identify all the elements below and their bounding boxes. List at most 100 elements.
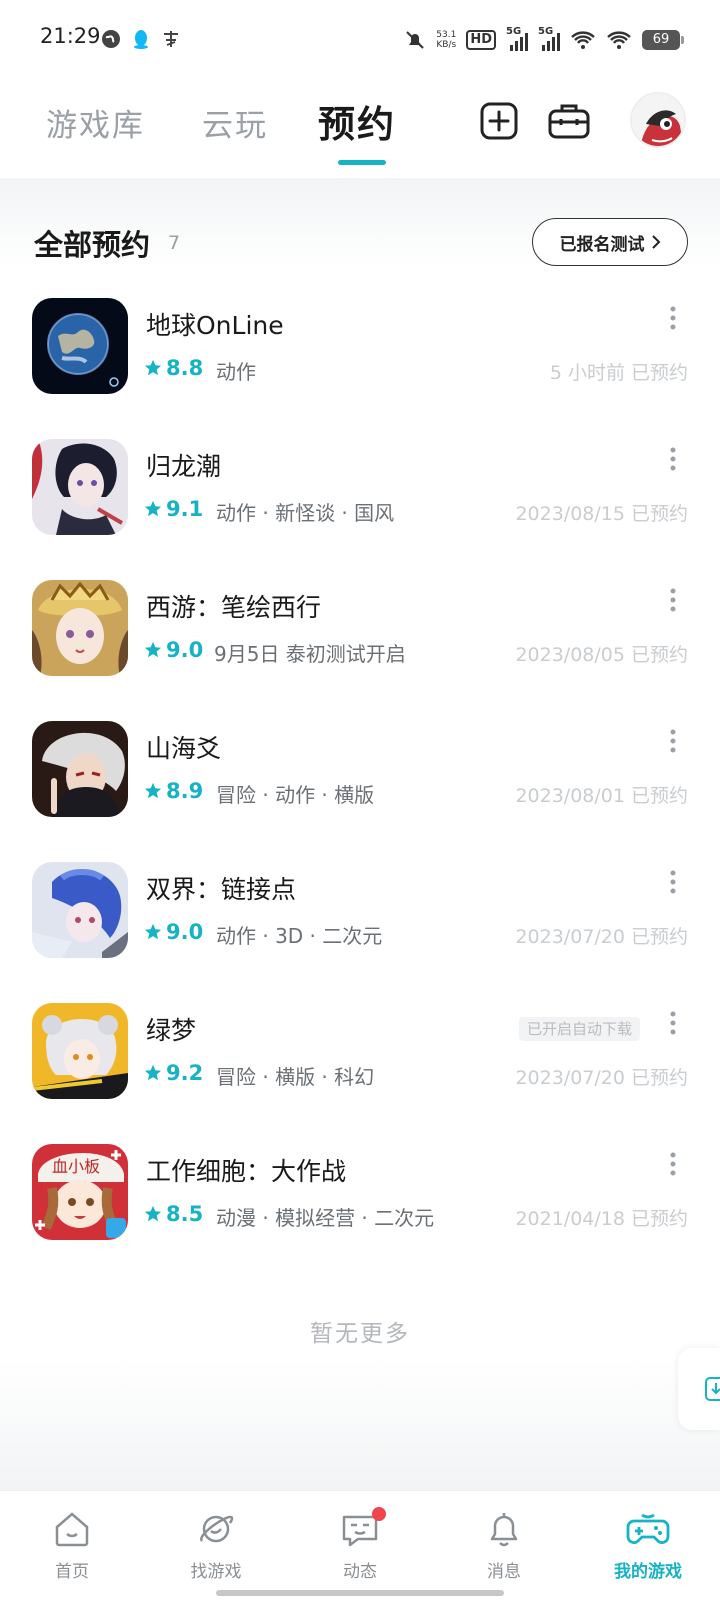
game-icon-xiyou: [32, 580, 128, 676]
reservation-date: 2023/08/15 已预约: [515, 503, 688, 525]
auto-download-badge: 已开启自动下载: [518, 1017, 640, 1041]
star-icon: [144, 923, 162, 940]
game-icon-cells-at-work: 血小板: [32, 1144, 128, 1240]
signal-1-icon: 5G: [506, 26, 528, 51]
game-name: 西游：笔绘西行: [146, 593, 322, 622]
star-icon: [144, 641, 162, 658]
more-vertical-icon[interactable]: [670, 447, 676, 471]
globe-icon: [102, 30, 120, 48]
download-icon: [705, 1377, 720, 1401]
nav-home[interactable]: 首页: [0, 1491, 144, 1600]
nav-find-games-label: 找游戏: [190, 1562, 242, 1582]
rating-value: 8.8: [166, 356, 204, 380]
nav-home-label: 首页: [55, 1562, 89, 1582]
svg-text:血小板: 血小板: [52, 1158, 100, 1176]
user-avatar[interactable]: [630, 92, 686, 148]
more-vertical-icon[interactable]: [670, 306, 676, 330]
game-rating: 9.2: [144, 1061, 203, 1085]
wifi-icon-2: [607, 31, 631, 49]
planet-icon: [200, 1515, 234, 1543]
floating-download-button[interactable]: [678, 1348, 720, 1430]
more-vertical-icon[interactable]: [670, 1011, 676, 1035]
rating-value: 9.0: [166, 920, 204, 944]
game-rating: 9.1: [144, 497, 203, 521]
reservation-date: 2023/07/20 已预约: [515, 1067, 688, 1089]
reservation-date: 2023/07/20 已预约: [515, 926, 688, 948]
network-speed: 53.1 KB/s: [436, 30, 457, 50]
reservation-date: 5 小时前 已预约: [549, 362, 688, 384]
game-tags: 动漫 · 模拟经营 · 二次元: [216, 1206, 435, 1230]
game-icon-shuangjie: [32, 862, 128, 958]
game-rating: 8.8: [144, 356, 203, 380]
section-count: 7: [168, 232, 181, 254]
game-item[interactable]: 地球OnLine 8.8 动作 5 小时前 已预约: [0, 298, 720, 442]
game-name: 归龙潮: [146, 452, 222, 481]
home-icon: [55, 1512, 89, 1547]
game-name: 地球OnLine: [146, 311, 284, 340]
reservation-date: 2023/08/05 已预约: [515, 644, 688, 666]
battery-icon: 69: [642, 30, 684, 50]
rating-value: 9.2: [166, 1061, 204, 1085]
no-more-text: 暂无更多: [310, 1321, 410, 1347]
signed-up-tests-button[interactable]: 已报名测试: [532, 218, 688, 266]
game-icon-shanhaiyao: [32, 721, 128, 817]
reservation-date: 2021/04/18 已预约: [515, 1208, 688, 1230]
game-tags: 动作 · 3D · 二次元: [216, 924, 383, 948]
game-tags: 冒险 · 横版 · 科幻: [216, 1065, 375, 1089]
hd-badge: HD: [466, 30, 496, 50]
game-item[interactable]: 绿梦 9.2 冒险 · 横版 · 科幻 已开启自动下载 2023/07/20 已…: [0, 1003, 720, 1147]
more-vertical-icon[interactable]: [670, 588, 676, 612]
home-indicator: [216, 1590, 504, 1596]
more-vertical-icon[interactable]: [670, 870, 676, 894]
game-name: 工作细胞：大作战: [146, 1157, 347, 1186]
section-title: 全部预约: [34, 228, 151, 262]
rating-value: 8.9: [166, 779, 204, 803]
game-item[interactable]: 西游：笔绘西行 9.0 9月5日 泰初测试开启 2023/08/05 已预约: [0, 580, 720, 724]
rating-value: 9.1: [166, 497, 204, 521]
game-tags: 9月5日 泰初测试开启: [214, 642, 406, 666]
more-vertical-icon[interactable]: [670, 1152, 676, 1176]
game-item[interactable]: 血小板 工作细胞：大作战 8.5 动漫 · 模拟经营 · 二次元 2021/04…: [0, 1144, 720, 1288]
status-bar: 21:29 53.1 KB/s HD 5G 5G 69: [0, 0, 720, 78]
chevron-right-icon: [651, 235, 660, 249]
bottom-navigation: 首页 找游戏 动态 消息 我的游戏: [0, 1490, 720, 1600]
game-icon-earth: [32, 298, 128, 394]
nav-feed[interactable]: 动态: [288, 1491, 432, 1600]
nav-my-games-label: 我的游戏: [614, 1562, 682, 1582]
star-icon: [144, 359, 162, 376]
game-tags: 动作 · 新怪谈 · 国风: [216, 501, 395, 525]
nav-find-games[interactable]: 找游戏: [144, 1491, 288, 1600]
app-notification-icon: [164, 31, 178, 47]
signed-up-tests-label: 已报名测试: [559, 234, 645, 255]
game-icon-lvmeng: [32, 1003, 128, 1099]
star-icon: [144, 1064, 162, 1081]
bell-icon: [490, 1513, 518, 1547]
qq-icon: [134, 30, 148, 49]
toolbox-icon[interactable]: [546, 100, 592, 142]
nav-messages[interactable]: 消息: [432, 1491, 576, 1600]
tab-cloud-play[interactable]: 云玩: [202, 100, 268, 145]
tab-game-library[interactable]: 游戏库: [46, 100, 145, 145]
game-tags: 动作: [216, 360, 256, 384]
nav-my-games[interactable]: 我的游戏: [576, 1491, 720, 1600]
reservation-date: 2023/08/01 已预约: [515, 785, 688, 807]
game-rating: 8.5: [144, 1202, 203, 1226]
notification-dot: [372, 1507, 386, 1521]
status-time: 21:29: [40, 24, 101, 48]
game-rating: 8.9: [144, 779, 203, 803]
tab-reservations[interactable]: 预约: [318, 94, 396, 148]
signal-2-icon: 5G: [538, 26, 560, 51]
plus-square-icon[interactable]: [478, 100, 520, 142]
rating-value: 8.5: [166, 1202, 204, 1226]
star-icon: [144, 782, 162, 799]
star-icon: [144, 500, 162, 517]
game-item[interactable]: 山海爻 8.9 冒险 · 动作 · 横版 2023/08/01 已预约: [0, 721, 720, 865]
more-vertical-icon[interactable]: [670, 729, 676, 753]
wifi-icon-1: [571, 31, 595, 49]
star-icon: [144, 1205, 162, 1222]
nav-feed-label: 动态: [343, 1562, 377, 1582]
nav-messages-label: 消息: [487, 1562, 521, 1582]
game-item[interactable]: 归龙潮 9.1 动作 · 新怪谈 · 国风 2023/08/15 已预约: [0, 439, 720, 583]
game-item[interactable]: 双界：链接点 9.0 动作 · 3D · 二次元 2023/07/20 已预约: [0, 862, 720, 1006]
game-name: 双界：链接点: [146, 875, 297, 904]
